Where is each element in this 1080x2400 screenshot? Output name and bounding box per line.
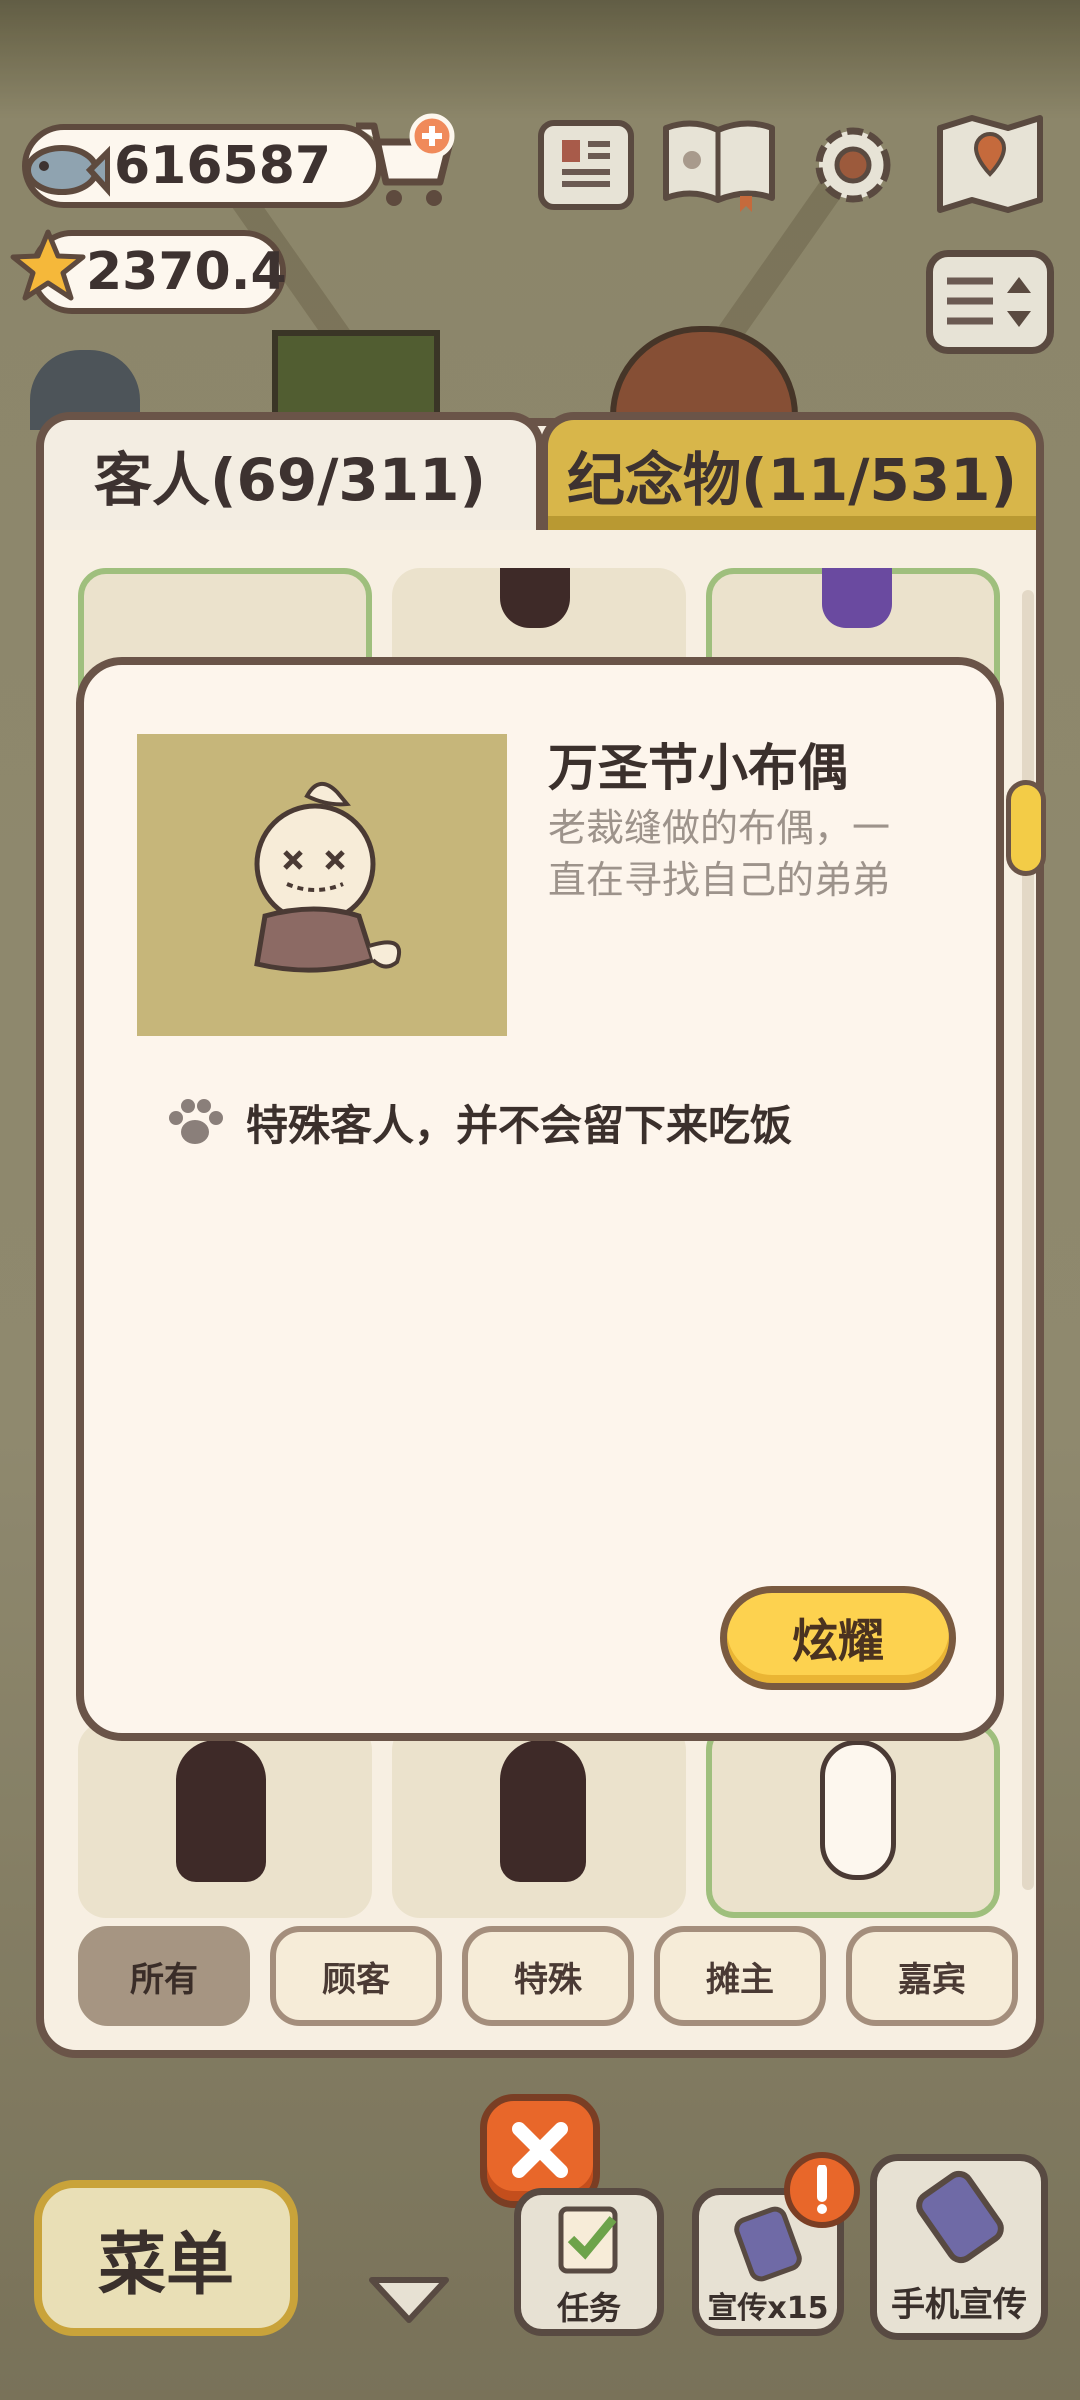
phone-promote-button[interactable]: 手机宣传: [870, 2154, 1048, 2340]
map-icon[interactable]: [934, 114, 1046, 214]
tasks-button[interactable]: 任务: [514, 2188, 664, 2336]
phone-icon: [916, 2170, 1004, 2264]
close-icon: [512, 2122, 568, 2178]
star-count: 2370.4: [86, 242, 287, 302]
chevron-down-icon[interactable]: [366, 2270, 452, 2326]
guest-portrait: [137, 734, 507, 1036]
fish-icon: [18, 124, 111, 208]
guest-silhouette: [500, 1740, 586, 1882]
filter-special[interactable]: 特殊: [462, 1926, 634, 2026]
filter-customers[interactable]: 顾客: [270, 1926, 442, 2026]
guest-figure: [822, 568, 892, 628]
filter-guests-label: 嘉宾: [898, 1959, 966, 2000]
description-line: 老裁缝做的布偶，一: [548, 806, 891, 850]
promote-label: 宣传x15: [707, 2291, 829, 2326]
filter-guests[interactable]: 嘉宾: [846, 1926, 1018, 2026]
tab-guests[interactable]: 客人(69/311): [36, 412, 544, 530]
journal-icon[interactable]: [538, 120, 634, 210]
filter-all[interactable]: 所有: [78, 1926, 250, 2026]
alert-icon: [784, 2152, 860, 2228]
menu-label: 菜单: [97, 2225, 234, 2305]
guest-silhouette: [176, 1740, 266, 1882]
guest-silhouette: [500, 568, 570, 628]
filter-vendors-label: 摊主: [706, 1959, 774, 2000]
show-off-label: 炫耀: [792, 1614, 884, 1668]
settings-slider-icon[interactable]: [926, 250, 1054, 354]
filter-vendors[interactable]: 摊主: [654, 1926, 826, 2026]
gear-icon[interactable]: [806, 118, 900, 212]
menu-button[interactable]: 菜单: [34, 2180, 298, 2336]
paw-icon: [166, 1096, 224, 1148]
guest-name: 万圣节小布偶: [548, 739, 848, 797]
tasks-label: 任务: [556, 2289, 621, 2327]
checklist-icon: [558, 2206, 618, 2274]
filter-special-label: 特殊: [514, 1959, 582, 2000]
guest-note: 特殊客人，并不会留下来吃饭: [246, 1101, 793, 1150]
tab-souvenirs[interactable]: 纪念物(11/531): [540, 412, 1044, 530]
guest-figure: [820, 1740, 896, 1880]
tab-souvenirs-label: 纪念物(11/531): [567, 446, 1017, 514]
filter-all-label: 所有: [130, 1959, 198, 2000]
cart-plus-icon[interactable]: [350, 112, 460, 212]
phone-promote-label: 手机宣传: [891, 2285, 1027, 2325]
filter-customers-label: 顾客: [322, 1959, 390, 2000]
book-icon[interactable]: [660, 118, 778, 212]
description-line: 直在寻找自己的弟弟: [548, 858, 891, 902]
fish-count: 616587: [114, 136, 332, 196]
star-icon: [10, 228, 86, 304]
tab-guests-label: 客人(69/311): [94, 446, 486, 514]
scrollbar-thumb[interactable]: [1006, 780, 1046, 876]
guest-description: 老裁缝做的布偶，一 直在寻找自己的弟弟: [548, 802, 938, 906]
show-off-button[interactable]: 炫耀: [720, 1586, 956, 1690]
